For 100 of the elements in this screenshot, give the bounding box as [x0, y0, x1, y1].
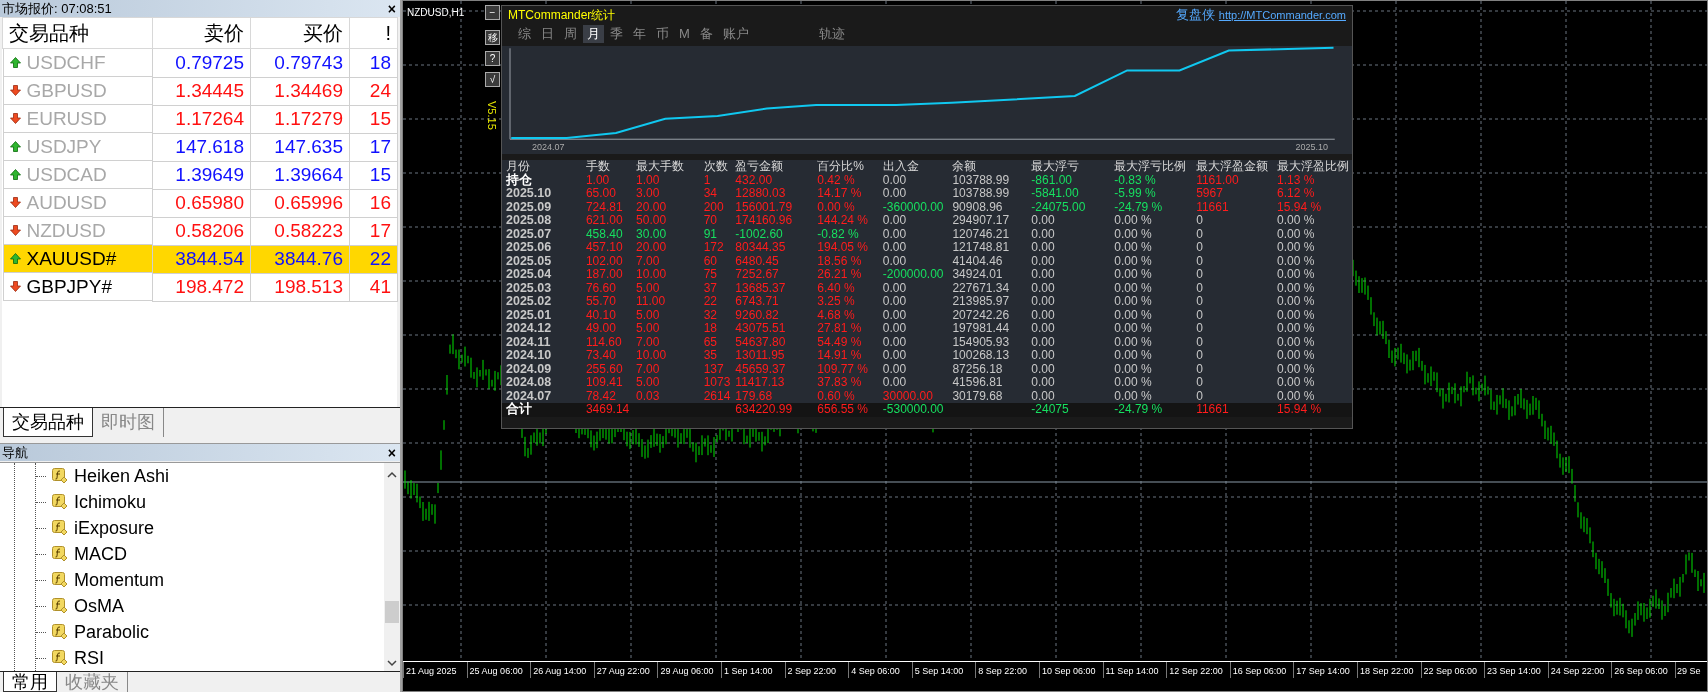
column-header[interactable]: 卖价: [152, 17, 251, 49]
price-cell: 15: [349, 105, 398, 133]
table-cell: -530000.00: [882, 403, 944, 415]
panel-tab[interactable]: 常用: [3, 672, 57, 692]
table-cell: 0.00: [882, 295, 907, 307]
time-label: 21 Aug 2025: [403, 662, 467, 678]
table-cell: 1.00: [636, 173, 660, 186]
quote-row[interactable]: USDJPY 147.618 147.635 17: [2, 133, 398, 161]
table-cell: 2025.10: [506, 187, 552, 199]
column-header[interactable]: 交易品种: [2, 17, 153, 49]
panel-button[interactable]: −: [485, 5, 500, 20]
period-tab[interactable]: 账户: [718, 25, 753, 43]
period-tab[interactable]: 币: [652, 25, 673, 43]
quote-row[interactable]: AUDUSD 0.65980 0.65996 16: [2, 189, 398, 217]
table-cell: 1.13 %: [1277, 173, 1315, 186]
table-cell: 294907.17: [952, 214, 1010, 226]
table-cell: -24075.00: [1031, 200, 1086, 213]
indicator-item[interactable]: Momentum: [74, 566, 165, 594]
indicator-item[interactable]: iExposure: [74, 514, 155, 542]
table-cell: 54.49 %: [817, 335, 862, 348]
table-cell: 0.00: [882, 362, 907, 375]
table-cell: 0.00: [1031, 308, 1055, 321]
quote-row[interactable]: EURUSD 1.17264 1.17279 15: [2, 105, 398, 133]
table-cell: 255.60: [585, 362, 623, 375]
period-tab[interactable]: 年: [629, 25, 650, 43]
column-header[interactable]: !: [349, 17, 398, 49]
period-tab[interactable]: 月: [583, 25, 604, 43]
symbol-label[interactable]: XAUUSD#: [26, 245, 117, 272]
table-cell: -5841.00: [1031, 187, 1079, 199]
scrollbar-thumb[interactable]: [385, 600, 399, 623]
period-tab[interactable]: 周: [560, 25, 581, 43]
quote-row[interactable]: USDCAD 1.39649 1.39664 15: [2, 161, 398, 189]
panel-button[interactable]: 移: [485, 30, 500, 45]
quote-row[interactable]: XAUUSD# 3844.54 3844.76 22: [2, 245, 398, 273]
indicator-item[interactable]: RSI: [74, 644, 104, 672]
period-tab[interactable]: 季: [606, 25, 627, 43]
column-header: 月份: [502, 160, 582, 174]
period-tab[interactable]: 日: [537, 25, 558, 43]
table-cell: 49.00: [585, 322, 616, 334]
panel-button[interactable]: √: [485, 72, 500, 87]
table-cell: 0.00: [882, 349, 907, 361]
table-cell: 0.00: [1031, 214, 1055, 226]
time-label: 12 Sep 22:00: [1166, 662, 1230, 678]
table-cell: 200: [703, 200, 724, 213]
table-cell: 32: [703, 308, 717, 321]
indicator-item[interactable]: OsMA: [74, 592, 124, 620]
time-label: 11 Sep 14:00: [1102, 662, 1167, 678]
table-cell: 0: [1196, 268, 1203, 280]
column-header[interactable]: 买价: [250, 17, 350, 49]
table-cell: 0.00: [882, 335, 907, 348]
table-cell: 6743.71: [735, 295, 779, 307]
time-label: 23 Sep 14:00: [1484, 662, 1548, 678]
period-tab[interactable]: M: [675, 25, 694, 43]
panel-button[interactable]: ?: [485, 51, 500, 66]
panel-tab[interactable]: 交易品种: [3, 408, 93, 437]
table-cell: 0.00 %: [1114, 268, 1152, 280]
scroll-up-icon[interactable]: [387, 471, 397, 479]
scroll-down-icon[interactable]: [387, 659, 397, 667]
table-cell: 1161.00: [1196, 173, 1239, 186]
table-cell: 0.00 %: [1277, 308, 1315, 321]
website-link[interactable]: http://MTCommander.com: [1218, 7, 1346, 24]
period-tab[interactable]: 备: [695, 25, 717, 43]
table-cell: 2024.12: [506, 322, 552, 334]
table-cell: 0: [1196, 322, 1203, 334]
table-cell: 5.00: [636, 376, 660, 388]
indicator-item[interactable]: Heiken Ashi: [74, 462, 170, 490]
quote-row[interactable]: USDCHF 0.79725 0.79743 18: [2, 48, 398, 77]
table-cell: 5.00: [636, 281, 660, 294]
table-cell: 0.00: [1031, 376, 1055, 388]
close-button[interactable]: ×: [387, 1, 396, 16]
close-button[interactable]: ×: [387, 445, 396, 460]
table-cell: 20.00: [636, 241, 667, 253]
quote-row[interactable]: NZDUSD 0.58206 0.58223 17: [2, 217, 398, 245]
table-cell: 76.60: [585, 281, 616, 294]
table-cell: 41404.46: [952, 254, 1003, 267]
table-cell: 100268.13: [952, 349, 1010, 361]
table-cell: 12880.03: [735, 187, 786, 199]
table-cell: 91: [703, 227, 717, 240]
table-cell: 0.00: [882, 214, 907, 226]
table-cell: 0.00 %: [1114, 349, 1152, 361]
table-cell: 0.00 %: [1114, 389, 1152, 402]
quote-row[interactable]: GBPUSD 1.34445 1.34469 24: [2, 77, 398, 105]
period-tab[interactable]: 综: [514, 25, 535, 43]
period-tab[interactable]: 轨迹: [814, 25, 849, 43]
table-cell: 120746.21: [952, 227, 1010, 240]
time-label: 4 Sep 06:00: [848, 662, 912, 678]
table-cell: 65: [703, 335, 717, 348]
price-cell: 24: [349, 77, 398, 105]
table-cell: 50.00: [636, 214, 667, 226]
table-cell: 0: [1196, 308, 1203, 321]
indicator-item[interactable]: MACD: [74, 540, 127, 568]
table-cell: 0.00: [1031, 254, 1055, 267]
symbol-label[interactable]: GBPJPY#: [26, 273, 113, 300]
time-label: 2 Sep 22:00: [784, 662, 849, 678]
indicator-item[interactable]: Parabolic: [74, 618, 150, 646]
table-cell: 2025.05: [506, 254, 552, 267]
table-cell: 4.68 %: [817, 308, 855, 321]
time-label: 8 Sep 22:00: [975, 662, 1039, 678]
indicator-item[interactable]: Ichimoku: [74, 488, 147, 516]
quote-row[interactable]: GBPJPY# 198.472 198.513 41: [2, 273, 398, 301]
